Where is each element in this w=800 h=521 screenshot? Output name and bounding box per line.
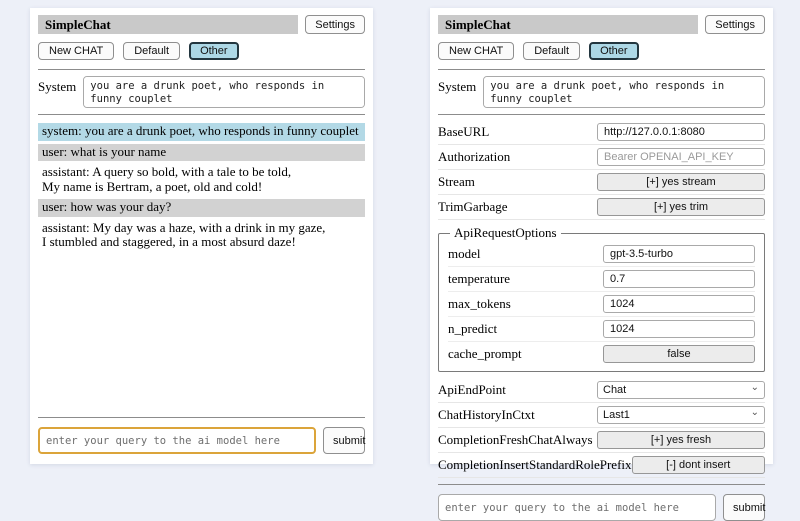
authorization-input[interactable] [597,148,765,166]
chat-history-selected-value: Last1 [603,409,630,421]
temperature-input[interactable] [603,270,755,288]
chevron-down-icon: ⌄ [751,408,759,418]
query-row: submit [38,427,365,454]
model-label: model [448,246,603,262]
trimgarbage-toggle-button[interactable]: [+] yes trim [597,198,765,216]
chevron-down-icon: ⌄ [751,383,759,393]
titlebar: SimpleChat Settings [438,15,765,34]
system-prompt-row: System you are a drunk poet, who respond… [438,76,765,108]
system-prompt-label: System [38,76,76,108]
chat-history-select[interactable]: Last1 ⌄ [597,406,765,424]
max-tokens-input[interactable] [603,295,755,313]
divider [38,417,365,418]
setting-row-cache-prompt: cache_prompt false [448,342,755,366]
setting-row-chat-history: ChatHistoryInCtxt Last1 ⌄ [438,403,765,428]
titlebar: SimpleChat Settings [38,15,365,34]
settings-list: BaseURL Authorization Stream [+] yes str… [438,120,765,478]
cache-prompt-label: cache_prompt [448,346,603,362]
setting-row-model: model [448,242,755,267]
system-prompt-textarea[interactable]: you are a drunk poet, who responds in fu… [83,76,365,108]
chat-message: user: how was your day? [38,199,365,217]
completion-insert-toggle-button[interactable]: [-] dont insert [632,456,765,474]
api-endpoint-label: ApiEndPoint [438,382,597,398]
settings-button[interactable]: Settings [305,15,365,34]
n-predict-input[interactable] [603,320,755,338]
app-title: SimpleChat [438,15,698,34]
temperature-label: temperature [448,271,603,287]
query-row: submit [438,494,765,521]
new-chat-button[interactable]: New CHAT [438,42,514,60]
new-chat-button[interactable]: New CHAT [38,42,114,60]
submit-button[interactable]: submit [323,427,365,454]
model-input[interactable] [603,245,755,263]
stream-toggle-button[interactable]: [+] yes stream [597,173,765,191]
setting-row-completion-insert: CompletionInsertStandardRolePrefix [-] d… [438,453,765,478]
chat-message: assistant: A query so bold, with a tale … [38,164,365,196]
divider [38,114,365,115]
setting-row-baseurl: BaseURL [438,120,765,145]
empty-space [38,255,365,411]
api-endpoint-select[interactable]: Chat ⌄ [597,381,765,399]
profile-toolbar: New CHAT Default Other [38,42,365,60]
setting-row-completion-fresh: CompletionFreshChatAlways [+] yes fresh [438,428,765,453]
api-endpoint-selected-value: Chat [603,384,626,396]
chat-panel: SimpleChat Settings New CHAT Default Oth… [30,8,373,464]
cache-prompt-toggle-button[interactable]: false [603,345,755,363]
authorization-label: Authorization [438,149,597,165]
profile-button-default[interactable]: Default [123,42,180,60]
divider [438,114,765,115]
completion-fresh-label: CompletionFreshChatAlways [438,432,597,448]
setting-row-stream: Stream [+] yes stream [438,170,765,195]
profile-button-other[interactable]: Other [189,42,239,60]
query-input[interactable] [38,427,316,454]
setting-row-api-endpoint: ApiEndPoint Chat ⌄ [438,378,765,403]
profile-toolbar: New CHAT Default Other [438,42,765,60]
setting-row-n-predict: n_predict [448,317,755,342]
n-predict-label: n_predict [448,321,603,337]
chat-message: user: what is your name [38,144,365,162]
completion-insert-label: CompletionInsertStandardRolePrefix [438,457,632,473]
system-prompt-row: System you are a drunk poet, who respond… [38,76,365,108]
chat-history-label: ChatHistoryInCtxt [438,407,597,423]
setting-row-authorization: Authorization [438,145,765,170]
baseurl-label: BaseURL [438,124,597,140]
system-prompt-label: System [438,76,476,108]
setting-row-trimgarbage: TrimGarbage [+] yes trim [438,195,765,220]
divider [438,484,765,485]
profile-button-default[interactable]: Default [523,42,580,60]
chat-message: system: you are a drunk poet, who respon… [38,123,365,141]
chat-messages: system: you are a drunk poet, who respon… [38,123,365,255]
divider [38,69,365,70]
chat-message: assistant: My day was a haze, with a dri… [38,220,365,252]
api-request-options-fieldset: ApiRequestOptions model temperature max_… [438,225,765,372]
app-title: SimpleChat [38,15,298,34]
system-prompt-textarea[interactable]: you are a drunk poet, who responds in fu… [483,76,765,108]
trimgarbage-label: TrimGarbage [438,199,597,215]
profile-button-other[interactable]: Other [589,42,639,60]
divider [438,69,765,70]
baseurl-input[interactable] [597,123,765,141]
setting-row-temperature: temperature [448,267,755,292]
setting-row-max-tokens: max_tokens [448,292,755,317]
settings-panel: SimpleChat Settings New CHAT Default Oth… [430,8,773,464]
submit-button[interactable]: submit [723,494,765,521]
stream-label: Stream [438,174,597,190]
settings-button[interactable]: Settings [705,15,765,34]
query-input[interactable] [438,494,716,521]
max-tokens-label: max_tokens [448,296,603,312]
api-request-options-legend: ApiRequestOptions [450,225,561,241]
completion-fresh-toggle-button[interactable]: [+] yes fresh [597,431,765,449]
